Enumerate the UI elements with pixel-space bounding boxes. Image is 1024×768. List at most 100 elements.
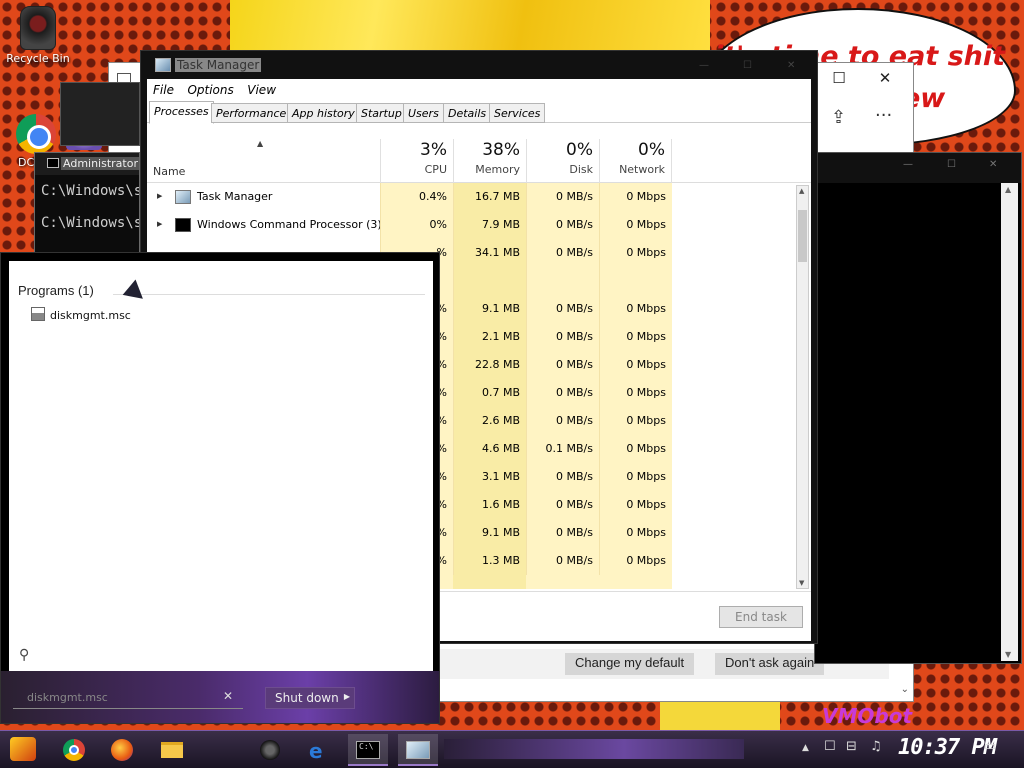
cell-network	[599, 267, 672, 295]
tm-maximize-button[interactable]: ☐	[743, 60, 752, 71]
cmd-output-line: C:\Windows\sy	[41, 215, 139, 231]
tab-details[interactable]: Details	[443, 103, 492, 123]
scroll-down-icon[interactable]: ▼	[799, 579, 804, 587]
edge-icon: e	[309, 739, 323, 763]
cmd-output-line: C:\Windows\sy	[41, 183, 139, 199]
cell-network: 0 Mbps	[599, 183, 672, 211]
memory-total: 38%	[482, 140, 520, 160]
tab-services[interactable]: Services	[489, 103, 546, 123]
taskbar-cmd[interactable]: C:\	[348, 734, 388, 766]
taskbar: e C:\ ▲ ☐ ⊟ ♫ 10:37 PM ▭	[0, 730, 1024, 768]
process-name: Windows Command Processor (3)	[197, 218, 382, 231]
clear-search-icon[interactable]: ✕	[223, 689, 233, 703]
table-row[interactable]: ▶ Windows Command Processor (3) 0% 7.9 MB 0 …	[147, 211, 811, 239]
shutdown-button[interactable]: Shut down ▶	[265, 687, 355, 709]
cmd-icon	[175, 218, 191, 232]
taskbar-clock[interactable]: 10:37 PM	[898, 735, 997, 760]
taskbar-steam[interactable]	[250, 734, 290, 766]
cell-network: 0 Mbps	[599, 379, 672, 407]
cell-network: 0 Mbps	[599, 295, 672, 323]
cell-memory: 0.7 MB	[453, 379, 526, 407]
cell-network: 0 Mbps	[599, 463, 672, 491]
wallpaper-yellow-bottom	[660, 700, 780, 734]
disk-total: 0%	[566, 140, 593, 160]
taskbar-firefox[interactable]	[102, 734, 142, 766]
taskbar-edge[interactable]: e	[300, 734, 340, 766]
cell-memory: 16.7 MB	[453, 183, 526, 211]
taskbar-task-manager[interactable]	[398, 734, 438, 766]
share-icon[interactable]: ⇪	[831, 107, 846, 128]
firefox-icon	[111, 739, 133, 761]
cell-memory: 3.1 MB	[453, 463, 526, 491]
cmd-window-titlebar[interactable]: Administrator	[35, 153, 139, 175]
expand-chevron-icon[interactable]: ▶	[157, 220, 162, 228]
edge-maximize-button[interactable]: ☐	[819, 69, 859, 91]
sort-up-icon: ▲	[257, 139, 264, 148]
tab-performance[interactable]: Performance	[211, 103, 292, 123]
tab-startup[interactable]: Startup	[356, 103, 407, 123]
cmd-window-right[interactable]: — ☐ ✕ ▲ ▼	[814, 152, 1022, 664]
scroll-down-icon[interactable]: ▼	[1005, 650, 1011, 659]
table-row[interactable]: ▶ Task Manager 0.4% 16.7 MB 0 MB/s 0 Mbps	[147, 183, 811, 211]
task-manager-icon	[155, 58, 171, 72]
scroll-up-icon[interactable]: ▲	[1005, 185, 1011, 194]
desktop-icon-recycle-bin[interactable]: Recycle Bin	[6, 6, 70, 65]
process-list-scrollbar[interactable]: ▲ ▼	[796, 185, 809, 589]
cpu-total: 3%	[420, 140, 447, 160]
show-hidden-icons-icon[interactable]: ▲	[802, 743, 809, 753]
column-header-network[interactable]: 0% Network	[599, 139, 672, 183]
end-task-button[interactable]: End task	[719, 606, 803, 628]
more-menu-button[interactable]: ···	[875, 105, 892, 126]
expand-chevron-icon[interactable]: ▶	[157, 192, 162, 200]
network-icon[interactable]: ⊟	[846, 739, 857, 754]
menu-view[interactable]: View	[247, 83, 276, 97]
cell-disk: 0 MB/s	[526, 295, 599, 323]
menu-file[interactable]: File	[153, 83, 174, 97]
change-default-button[interactable]: Change my default	[565, 653, 695, 675]
chevron-right-icon[interactable]: ▶	[344, 692, 350, 701]
cell-network: 0 Mbps	[599, 407, 672, 435]
column-header-disk[interactable]: 0% Disk	[526, 139, 599, 183]
column-header-memory[interactable]: 38% Memory	[453, 139, 526, 183]
start-search-input[interactable]: diskmgmt.msc	[13, 687, 243, 709]
action-center-icon[interactable]: ▭	[984, 739, 996, 754]
dont-ask-again-button[interactable]: Don't ask again	[715, 653, 825, 675]
desktop-icon-chrome[interactable]	[16, 114, 56, 154]
cell-disk: 0 MB/s	[526, 463, 599, 491]
chrome-icon	[63, 739, 85, 761]
cmd-right-scrollbar[interactable]: ▲ ▼	[1001, 183, 1018, 661]
tab-app-history[interactable]: App history	[287, 103, 360, 123]
tab-processes[interactable]: Processes	[149, 101, 214, 124]
scroll-thumb[interactable]	[798, 210, 807, 262]
mouse-cursor	[122, 279, 150, 307]
tablet-mode-icon[interactable]: ☐	[824, 739, 836, 754]
search-icon[interactable]: ⚲	[19, 647, 29, 663]
taskbar-chrome[interactable]	[54, 734, 94, 766]
wallpaper-vmobot-text: VMObot	[822, 704, 912, 728]
cell-disk: 0 MB/s	[526, 323, 599, 351]
column-header-name[interactable]: Name	[153, 165, 185, 178]
background-window[interactable]	[60, 82, 140, 146]
tm-close-button[interactable]: ✕	[787, 60, 795, 71]
start-button[interactable]	[10, 737, 36, 761]
tm-menubar: File Options View	[147, 79, 811, 99]
tm-minimize-button[interactable]: —	[699, 60, 709, 71]
column-header-cpu[interactable]: 3% CPU	[380, 139, 453, 183]
task-manager-title: Task Manager	[175, 58, 262, 72]
taskbar-file-explorer[interactable]	[152, 734, 192, 766]
volume-icon[interactable]: ♫	[870, 739, 882, 754]
cmd-right-close-button[interactable]: ✕	[989, 159, 997, 170]
chevron-down-icon[interactable]: ⌄	[901, 684, 909, 695]
start-menu[interactable]: Programs (1) diskmgmt.msc ⚲ diskmgmt.msc…	[0, 252, 440, 724]
network-label: Network	[619, 163, 665, 176]
program-result-diskmgmt[interactable]: diskmgmt.msc	[50, 309, 131, 322]
task-manager-titlebar[interactable]: Task Manager — ☐ ✕	[141, 51, 817, 79]
cmd-right-minimize-button[interactable]: —	[903, 159, 913, 170]
cell-disk: 0 MB/s	[526, 519, 599, 547]
edge-close-button[interactable]: ✕	[865, 69, 905, 91]
cmd-right-maximize-button[interactable]: ☐	[947, 159, 956, 170]
scroll-up-icon[interactable]: ▲	[799, 187, 804, 195]
menu-options[interactable]: Options	[187, 83, 233, 97]
tab-users[interactable]: Users	[403, 103, 444, 123]
cmd-window-left[interactable]: Administrator C:\Windows\sy C:\Windows\s…	[34, 152, 140, 256]
